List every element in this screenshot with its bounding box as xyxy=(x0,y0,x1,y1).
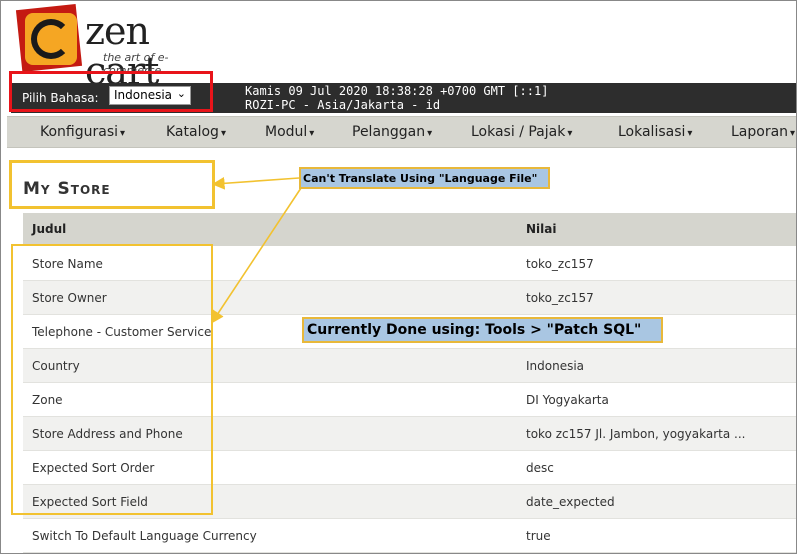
menu-label: Pelanggan xyxy=(352,124,426,140)
menu-katalog[interactable]: Katalog ▾ xyxy=(166,124,226,140)
server-host-info: ROZI-PC - Asia/Jakarta - id xyxy=(245,98,441,112)
patch-sql-callout: Currently Done using: Tools > "Patch SQL… xyxy=(302,317,663,343)
caret-down-icon: ▾ xyxy=(790,128,796,139)
rows-annotation-box xyxy=(11,244,213,515)
menu-lokasi-pajak[interactable]: Lokasi / Pajak ▾ xyxy=(471,124,572,140)
menu-label: Laporan xyxy=(731,124,789,140)
caret-down-icon: ▾ xyxy=(567,128,573,139)
row-value: Indonesia xyxy=(526,359,585,373)
row-value: date_expected xyxy=(526,495,615,509)
menu-label: Konfigurasi xyxy=(40,124,119,140)
caret-down-icon: ▾ xyxy=(687,128,693,139)
row-value: true xyxy=(526,529,551,543)
logo-swirl-icon xyxy=(31,19,71,59)
row-value: desc xyxy=(526,461,554,475)
table-header-row: Judul Nilai xyxy=(23,213,796,246)
admin-window: zen cart the art of e-commerce Pilih Bah… xyxy=(0,0,797,554)
column-header-judul: Judul xyxy=(32,222,67,236)
main-menu-bar: Konfigurasi ▾ Katalog ▾ Modul ▾ Pelanggan ▾ … xyxy=(7,116,796,148)
menu-lokalisasi[interactable]: Lokalisasi ▾ xyxy=(618,124,692,140)
server-datetime: Kamis 09 Jul 2020 18:38:28 +0700 GMT [::… xyxy=(245,84,549,98)
row-value: toko_zc157 xyxy=(526,257,594,271)
menu-label: Katalog xyxy=(166,124,219,140)
menu-label: Modul xyxy=(265,124,308,140)
menu-label: Lokasi / Pajak xyxy=(471,124,566,140)
caret-down-icon: ▾ xyxy=(309,128,315,139)
menu-modul[interactable]: Modul ▾ xyxy=(265,124,314,140)
table-row[interactable]: Switch To Default Language Currency true xyxy=(23,519,796,553)
caret-down-icon: ▾ xyxy=(120,128,126,139)
caret-down-icon: ▾ xyxy=(220,128,226,139)
menu-konfigurasi[interactable]: Konfigurasi ▾ xyxy=(40,124,125,140)
menu-laporan[interactable]: Laporan ▾ xyxy=(731,124,795,140)
language-annotation-box xyxy=(9,71,213,112)
column-header-nilai: Nilai xyxy=(526,222,557,236)
caret-down-icon: ▾ xyxy=(427,128,433,139)
row-value: toko zc157 Jl. Jambon, yogyakarta ... xyxy=(526,427,746,441)
arrow-to-title xyxy=(211,176,300,190)
menu-pelanggan[interactable]: Pelanggan ▾ xyxy=(352,124,432,140)
menu-label: Lokalisasi xyxy=(618,124,686,140)
zen-cart-logo[interactable]: zen cart the art of e-commerce xyxy=(15,3,219,91)
row-title: Switch To Default Language Currency xyxy=(32,529,257,543)
language-file-callout: Can't Translate Using "Language File" xyxy=(299,167,550,189)
row-value: toko_zc157 xyxy=(526,291,594,305)
row-value: DI Yogyakarta xyxy=(526,393,609,407)
page-title: My Store xyxy=(23,179,111,199)
